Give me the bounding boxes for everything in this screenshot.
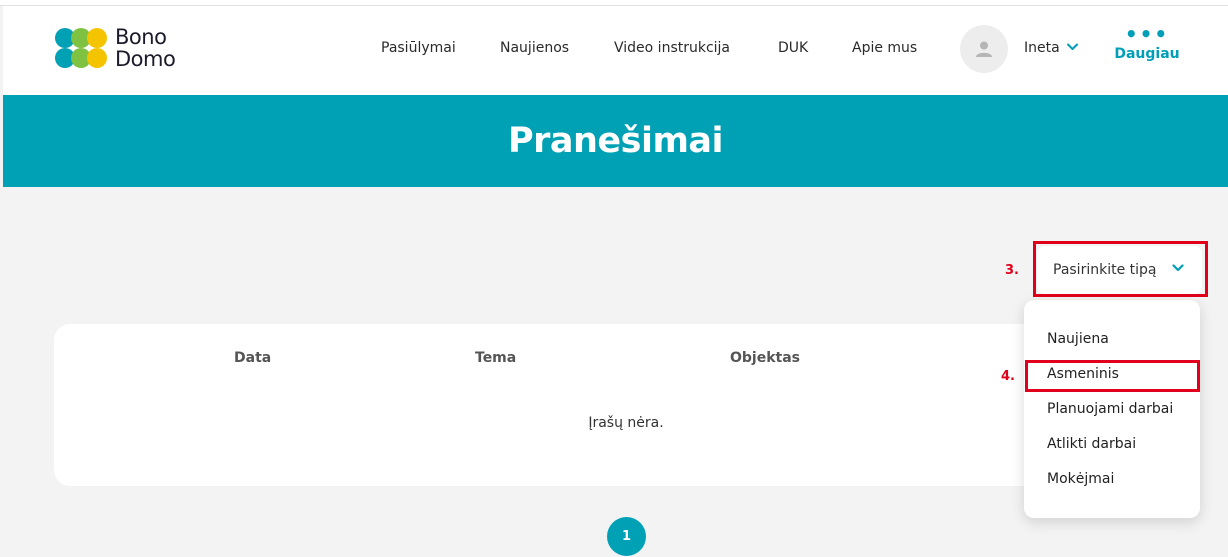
dropdown-option-mokejmai[interactable]: Mokėjmai <box>1047 471 1114 487</box>
more-dots-icon: ••• <box>1124 22 1170 46</box>
nav-video-instrukcija[interactable]: Video instrukcija <box>614 40 730 56</box>
dropdown-option-naujiena[interactable]: Naujiena <box>1047 331 1109 347</box>
page-title: Pranešimai <box>507 121 724 161</box>
dropdown-option-planuojami-darbai[interactable]: Planuojami darbai <box>1047 401 1173 417</box>
page-banner: Pranešimai <box>3 95 1228 187</box>
user-name[interactable]: Ineta <box>1024 40 1060 56</box>
avatar[interactable] <box>960 25 1008 73</box>
nav-naujienos[interactable]: Naujienos <box>500 40 569 56</box>
logo-text: Bono Domo <box>115 25 176 71</box>
column-header-tema[interactable]: Tema <box>475 350 516 366</box>
user-icon <box>976 41 992 57</box>
type-dropdown-menu: Naujiena Asmeninis Planuojami darbai Atl… <box>1024 300 1200 518</box>
type-select[interactable]: Pasirinkite tipą <box>1037 246 1202 294</box>
type-select-label: Pasirinkite tipą <box>1053 262 1157 278</box>
nav-pasiulymai[interactable]: Pasiūlymai <box>381 40 456 56</box>
annotation-box-step4 <box>1025 360 1200 392</box>
chevron-down-icon <box>1172 264 1184 272</box>
notifications-table: Data Tema Objektas Įrašų nėra. <box>54 324 1050 486</box>
annotation-step3-label: 3. <box>1005 263 1019 278</box>
logo-line-2: Domo <box>115 47 176 71</box>
nav-duk[interactable]: DUK <box>778 40 808 56</box>
chevron-down-icon[interactable] <box>1067 43 1078 51</box>
logo-mark-icon <box>55 24 109 72</box>
nav-apie-mus[interactable]: Apie mus <box>852 40 917 56</box>
logo-line-1: Bono <box>115 25 167 49</box>
annotation-step4-label: 4. <box>1001 369 1015 384</box>
more-label: Daugiau <box>1114 46 1180 62</box>
column-header-data[interactable]: Data <box>234 350 271 366</box>
dropdown-option-atlikti-darbai[interactable]: Atlikti darbai <box>1047 436 1136 452</box>
logo[interactable]: Bono Domo <box>55 24 176 72</box>
pagination-page-1[interactable]: 1 <box>607 517 646 556</box>
column-header-objektas[interactable]: Objektas <box>730 350 800 366</box>
more-menu-button[interactable]: ••• Daugiau <box>1114 22 1180 62</box>
site-header: Bono Domo Pasiūlymai Naujienos Video ins… <box>3 6 1228 95</box>
